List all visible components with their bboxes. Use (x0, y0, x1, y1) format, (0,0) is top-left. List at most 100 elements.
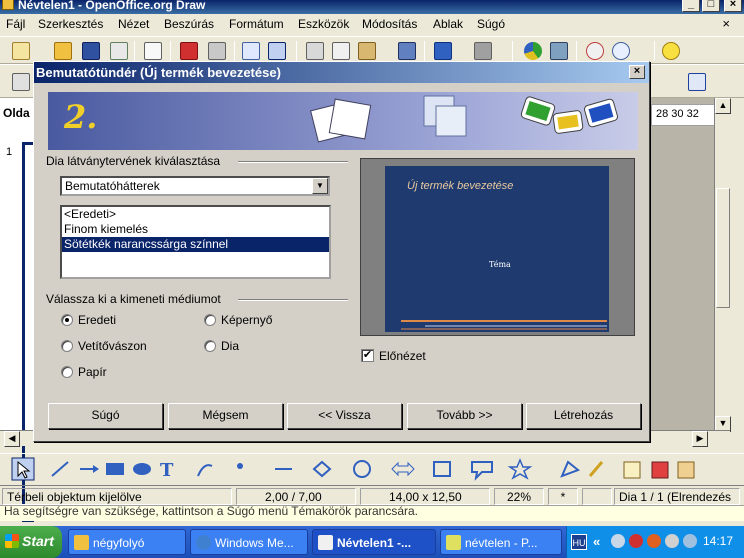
language-indicator[interactable]: HU (571, 534, 587, 550)
back-button[interactable]: << Vissza (287, 403, 402, 429)
from-file-icon[interactable] (651, 461, 669, 479)
connector-tool-icon[interactable] (237, 463, 243, 469)
new-document-icon[interactable] (12, 42, 30, 60)
status-message: Térbeli objektum kijelölve (2, 488, 232, 505)
menu-edit[interactable]: Szerkesztés (38, 17, 103, 31)
scroll-left-icon[interactable]: ◀ (4, 431, 20, 447)
start-button[interactable]: Start (0, 526, 62, 558)
text-tool-icon[interactable]: T (160, 460, 174, 481)
network-icon[interactable] (611, 534, 625, 548)
toolbar-separator (512, 41, 513, 61)
vertical-scroll-thumb[interactable] (716, 188, 730, 308)
design-group-label: Dia látványtervének kiválasztása (46, 154, 221, 168)
stars-icon[interactable] (507, 458, 533, 480)
undo-icon[interactable] (434, 42, 452, 60)
dialog-title-bar: Bemutatótündér (Új termék bevezetése) × (34, 62, 649, 83)
menu-file[interactable]: Fájl (6, 17, 25, 31)
chart-icon[interactable] (524, 42, 542, 60)
window-title-bar: Névtelen1 - OpenOffice.org Draw _ □ × (0, 0, 744, 14)
spellcheck-icon[interactable] (242, 42, 260, 60)
save-icon[interactable] (82, 42, 100, 60)
cut-icon[interactable] (306, 42, 324, 60)
volume-icon[interactable] (665, 534, 679, 548)
maximize-button[interactable]: □ (702, 0, 720, 12)
pointer-icon[interactable] (12, 73, 30, 91)
vertical-scrollbar[interactable]: ▲ ▼ (714, 98, 731, 438)
rectangle-tool-icon[interactable] (106, 463, 124, 475)
medium-screen-radio[interactable]: Képernyő (204, 313, 272, 327)
next-button[interactable]: Tovább >> (407, 403, 522, 429)
dialog-title: Bemutatótündér (Új termék bevezetése) (36, 65, 281, 80)
dialog-close-button[interactable]: × (629, 65, 645, 79)
ellipse-tool-icon[interactable] (133, 463, 151, 475)
menu-tools[interactable]: Eszközök (298, 17, 349, 31)
line-tool-icon[interactable] (51, 461, 69, 477)
callouts-icon[interactable] (471, 461, 493, 481)
shadow-icon[interactable] (688, 73, 706, 91)
points-icon[interactable] (560, 460, 580, 478)
format-paintbrush-icon[interactable] (398, 42, 416, 60)
glue-points-icon[interactable] (588, 461, 604, 477)
zoom-icon[interactable] (612, 42, 630, 60)
help-button[interactable]: Súgó (48, 403, 163, 429)
antivirus-icon[interactable] (647, 534, 661, 548)
autospellcheck-icon[interactable] (268, 42, 286, 60)
scroll-up-icon[interactable]: ▲ (715, 98, 731, 114)
create-button[interactable]: Létrehozás (526, 403, 641, 429)
task-media-player[interactable]: Windows Me... (190, 529, 308, 555)
symbol-shapes-icon[interactable] (353, 460, 371, 478)
menu-help[interactable]: Súgó (477, 17, 505, 31)
menu-modify[interactable]: Módosítás (362, 17, 417, 31)
update-icon[interactable] (683, 534, 697, 548)
radio-label: Eredeti (78, 313, 117, 327)
paste-icon[interactable] (358, 42, 376, 60)
menu-view[interactable]: Nézet (118, 17, 149, 31)
edit-file-icon[interactable] (144, 42, 162, 60)
show-hidden-icons-icon[interactable]: « (593, 534, 600, 549)
redo-icon[interactable] (474, 42, 492, 60)
task-draw[interactable]: Névtelen1 -... (312, 529, 436, 555)
close-button[interactable]: × (724, 0, 742, 12)
medium-overhead-radio[interactable]: Vetítővászon (61, 339, 147, 353)
open-icon[interactable] (54, 42, 72, 60)
curve-tool-icon[interactable] (197, 464, 213, 477)
basic-shapes-icon[interactable] (312, 460, 332, 478)
design-option-subtle[interactable]: Finom kiemelés (62, 222, 329, 237)
app-icon (2, 0, 14, 10)
task-folder[interactable]: négyfolyó (68, 529, 186, 555)
design-option-original[interactable]: <Eredeti> (62, 207, 329, 222)
preview-checkbox[interactable]: ✔ Előnézet (361, 349, 426, 363)
chevron-down-icon[interactable]: ▼ (312, 178, 328, 194)
menu-window[interactable]: Ablak (433, 17, 463, 31)
banner-graphics (310, 95, 619, 143)
radio-indicator (61, 314, 73, 326)
help-icon[interactable] (662, 42, 680, 60)
navigator-icon[interactable] (550, 42, 568, 60)
copy-icon[interactable] (332, 42, 350, 60)
menu-insert[interactable]: Beszúrás (164, 17, 214, 31)
gallery-icon[interactable] (677, 461, 695, 479)
cancel-button[interactable]: Mégsem (168, 403, 283, 429)
medium-slide-radio[interactable]: Dia (204, 339, 239, 353)
navigator-compass-icon[interactable] (586, 42, 604, 60)
export-pdf-icon[interactable] (180, 42, 198, 60)
scroll-right-icon[interactable]: ▶ (692, 431, 708, 447)
minimize-button[interactable]: _ (682, 0, 700, 12)
document-close-icon[interactable]: × (722, 16, 730, 31)
design-list[interactable]: <Eredeti> Finom kiemelés Sötétkék naranc… (60, 205, 331, 279)
medium-original-radio[interactable]: Eredeti (61, 313, 116, 327)
preview-checkbox-label: Előnézet (379, 349, 426, 363)
print-icon[interactable] (208, 42, 226, 60)
status-zoom[interactable]: 22% (494, 488, 544, 505)
design-option-darkblue-orange[interactable]: Sötétkék narancssárga színnel (62, 237, 329, 252)
task-paint[interactable]: névtelen - P... (440, 529, 562, 555)
email-icon[interactable] (110, 42, 128, 60)
security-shield-icon[interactable] (629, 534, 643, 548)
block-arrows-icon[interactable] (391, 461, 415, 477)
design-category-select[interactable]: Bemutatóhátterek ▼ (60, 176, 330, 196)
flowchart-icon[interactable] (433, 461, 451, 477)
menu-format[interactable]: Formátum (229, 17, 284, 31)
fontwork-icon[interactable] (623, 461, 641, 479)
status-selection-mode[interactable] (582, 488, 612, 505)
medium-paper-radio[interactable]: Papír (61, 365, 107, 379)
